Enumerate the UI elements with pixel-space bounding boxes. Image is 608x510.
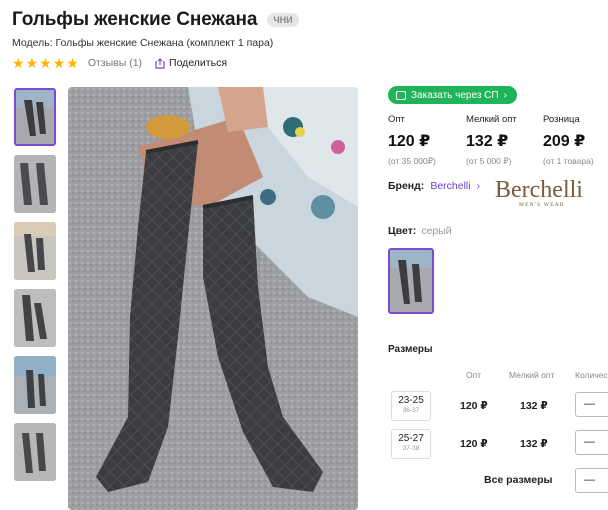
row-price-opt: 120 ₽ (460, 438, 488, 450)
row-price-small-opt: 132 ₽ (520, 438, 548, 450)
model-line: Модель: Гольфы женские Снежана (комплект… (12, 37, 274, 49)
share-icon (155, 57, 165, 69)
price-note: (от 5 000 ₽) (466, 156, 512, 166)
color-row: Цвет: серый (388, 225, 452, 237)
size-23-25: 23-25 36-37 (391, 391, 431, 421)
product-title: Гольфы женские Снежана (12, 9, 258, 30)
price-label: Мелкий опт (466, 114, 517, 125)
color-label: Цвет: (388, 225, 417, 237)
all-sizes-label: Все размеры (484, 474, 553, 486)
brand-label: Бренд: (388, 180, 425, 192)
row-price-opt: 120 ₽ (460, 400, 488, 412)
col-head-opt: Опт (466, 370, 482, 380)
price-value: 120 ₽ (388, 133, 431, 150)
chevron-right-icon: › (503, 89, 507, 101)
size-25-27: 25-27 37-38 (391, 429, 431, 459)
reviews-link[interactable]: Отзывы (1) (88, 57, 142, 69)
qty-input-23-25[interactable]: — (575, 392, 608, 417)
price-value: 132 ₽ (466, 133, 509, 150)
price-note: (от 35 000₽) (388, 156, 436, 166)
thumbnail-list (14, 88, 56, 490)
size-label: 25-27 (398, 433, 424, 444)
brand-logo-sub: MEN'S WEAR (519, 202, 565, 208)
star-icon: ★ (12, 55, 25, 71)
share-label: Поделиться (169, 57, 228, 69)
cart-icon (396, 90, 406, 100)
star-icon: ★ (52, 55, 66, 71)
badge-chip: ЧНИ (267, 13, 299, 27)
chevron-right-icon: › (476, 180, 480, 192)
col-head-qty: Количес (575, 370, 608, 380)
brand-link[interactable]: Berchelli (430, 180, 470, 192)
brand-logo: Berchelli MEN'S WEAR (495, 177, 583, 208)
col-head-small-opt: Мелкий опт (509, 370, 555, 380)
rating-row: ★ ★ ★ ★ ★ Отзывы (1) Поделиться (12, 56, 227, 70)
sizes-title: Размеры (388, 344, 433, 355)
brand-row: Бренд: Berchelli › (388, 180, 480, 192)
price-label: Розница (543, 114, 580, 125)
thumbnail-2[interactable] (14, 155, 56, 213)
rating-stars: ★ ★ ★ ★ ★ (12, 56, 79, 70)
star-icon: ★ (66, 55, 79, 71)
brand-logo-text: Berchelli (495, 177, 583, 203)
thumbnail-6[interactable] (14, 423, 56, 481)
qty-input-all[interactable]: — (575, 468, 608, 493)
price-retail: Розница 209 ₽ (от 1 товара) (543, 114, 608, 166)
price-label: Опт (388, 114, 405, 125)
qty-input-25-27[interactable]: — (575, 430, 608, 455)
row-price-small-opt: 132 ₽ (520, 400, 548, 412)
thumbnail-5[interactable] (14, 356, 56, 414)
main-product-image[interactable] (68, 87, 358, 510)
size-sub: 37-38 (402, 445, 420, 452)
star-icon: ★ (39, 55, 52, 71)
star-icon: ★ (25, 55, 39, 71)
size-label: 23-25 (398, 395, 424, 406)
title-row: Гольфы женские Снежана ЧНИ (12, 9, 299, 31)
price-opt: Опт 120 ₽ (от 35 000₽) (388, 114, 468, 167)
price-note: (от 1 товара) (543, 156, 594, 166)
thumbnail-1[interactable] (14, 88, 56, 146)
color-value: серый (421, 225, 452, 237)
thumbnail-4[interactable] (14, 289, 56, 347)
thumbnail-3[interactable] (14, 222, 56, 280)
share-button[interactable]: Поделиться (155, 57, 227, 69)
price-small-opt: Мелкий опт 132 ₽ (от 5 000 ₽) (466, 114, 546, 167)
price-value: 209 ₽ (543, 133, 586, 150)
color-swatch-grey[interactable] (388, 248, 434, 314)
order-via-sp-button[interactable]: Заказать через СП › (388, 86, 517, 104)
size-sub: 36-37 (402, 407, 420, 414)
order-button-label: Заказать через СП (411, 89, 499, 101)
